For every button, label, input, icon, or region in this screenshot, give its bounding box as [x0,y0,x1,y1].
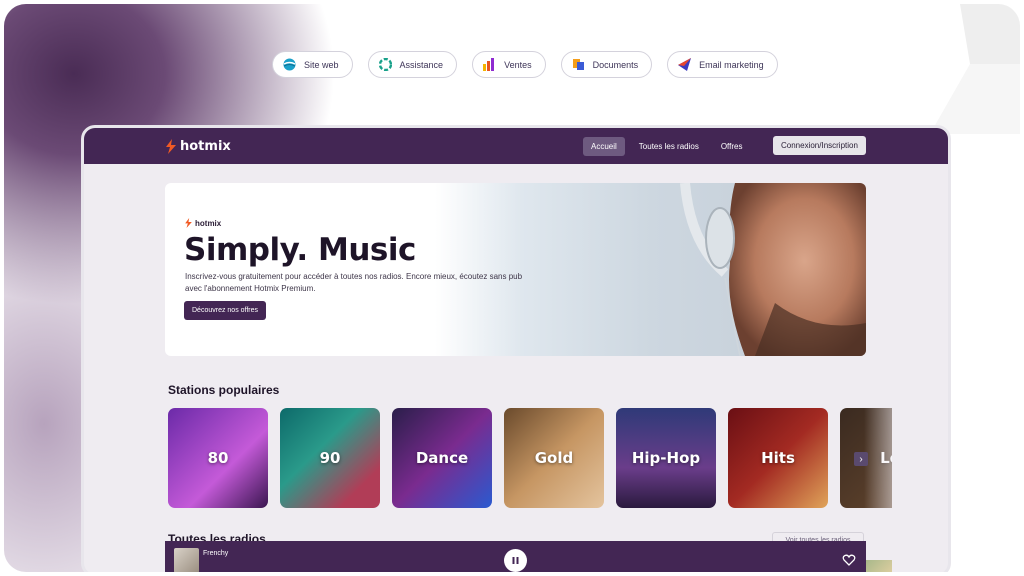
station-label: Gold [534,449,574,467]
stations-section-title: Stations populaires [168,383,280,397]
app-header: hotmix Accueil Toutes les radios Offres … [84,128,948,164]
browser-window: hotmix Accueil Toutes les radios Offres … [81,125,951,572]
pill-assistance[interactable]: Assistance [367,51,458,78]
hero-brand: hotmix [185,218,221,228]
pill-label: Site web [304,59,339,70]
man-headphones-image [680,183,866,356]
station-label: 90 [319,449,341,467]
bolt-icon [185,218,192,228]
pause-button[interactable] [504,549,527,572]
hero-brand-text: hotmix [195,218,222,228]
documents-icon [572,59,584,70]
page-frame: Site web Assistance Ventes Documents Ema… [4,4,1020,572]
station-card-90[interactable]: 90 [280,408,380,508]
logo[interactable]: hotmix [166,138,231,154]
category-pills: Site web Assistance Ventes Documents Ema… [272,51,778,78]
stations-carousel: 80 90 Dance Gold Hip-Hop Hits Lo [168,408,892,508]
decorative-fold [930,4,1020,134]
send-icon [678,58,692,71]
nav-offres[interactable]: Offres [713,137,751,156]
discover-offers-button[interactable]: Découvrez nos offres [184,301,267,320]
hero-description: Inscrivez-vous gratuitement pour accéder… [185,272,523,293]
pill-label: Ventes [504,59,532,70]
pill-label: Documents [592,59,639,70]
carousel-next-icon[interactable]: › [854,452,868,466]
pill-site-web[interactable]: Site web [272,51,353,78]
hero-title: Simply. Music [184,232,416,268]
side-thumbnail [866,560,892,572]
bolt-icon [166,138,176,154]
nav-accueil[interactable]: Accueil [583,137,625,156]
heart-icon[interactable] [842,553,856,567]
globe-icon [283,58,296,71]
station-card-gold[interactable]: Gold [504,408,604,508]
station-label: Hits [761,449,795,467]
pill-ventes[interactable]: Ventes [472,51,546,78]
station-card-hip-hop[interactable]: Hip-Hop [616,408,716,508]
station-card-80[interactable]: 80 [168,408,268,508]
pill-email-marketing[interactable]: Email marketing [667,51,778,78]
pill-label: Assistance [399,59,444,70]
pause-icon [512,557,519,564]
hero-image [435,183,866,356]
player-station-name: Frenchy [203,550,229,557]
player-bar: Frenchy [165,541,866,572]
nav-toutes-les-radios[interactable]: Toutes les radios [631,137,707,156]
main-nav: Accueil Toutes les radios Offres [583,137,756,156]
hero-banner: hotmix Simply. Music Inscrivez-vous grat… [165,183,866,356]
chart-icon [483,58,495,71]
login-button[interactable]: Connexion/Inscription [773,136,866,155]
station-card-hits[interactable]: Hits [728,408,828,508]
logo-text: hotmix [180,138,231,154]
station-label: Dance [415,449,469,467]
station-thumbnail [174,548,199,572]
station-label: 80 [207,449,229,467]
station-label: Hip-Hop [631,449,701,467]
pill-label: Email marketing [699,59,764,70]
pill-documents[interactable]: Documents [560,51,653,78]
support-icon [378,58,392,71]
carousel-fade [864,398,948,518]
station-card-dance[interactable]: Dance [392,408,492,508]
